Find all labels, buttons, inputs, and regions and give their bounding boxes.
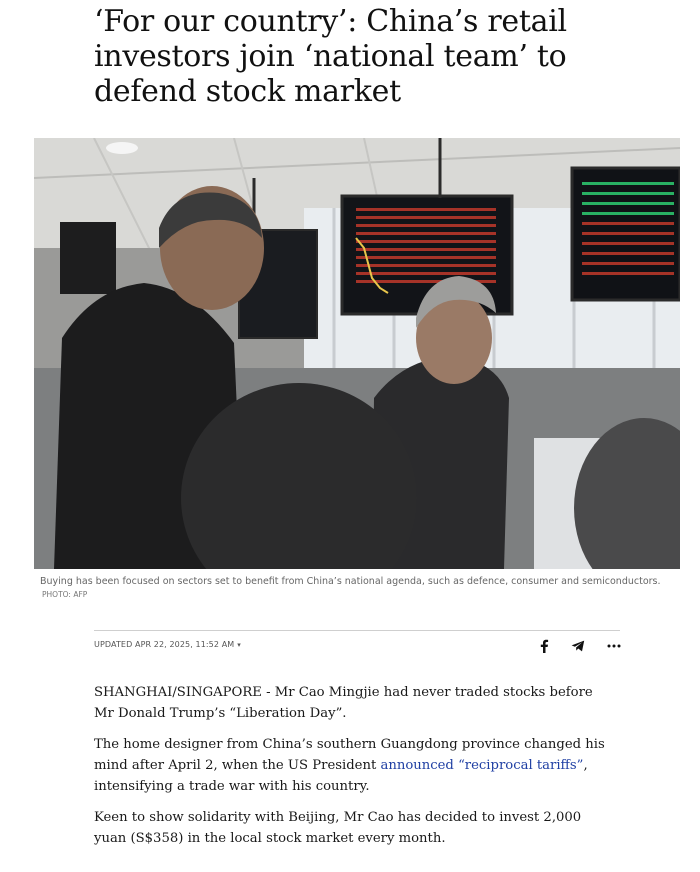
telegram-share-button[interactable] xyxy=(566,636,590,656)
more-options-button[interactable] xyxy=(602,636,626,656)
facebook-icon xyxy=(540,639,549,653)
facebook-share-button[interactable] xyxy=(532,636,556,656)
caption-text: Buying has been focused on sectors set t… xyxy=(40,576,661,587)
paragraph-2: The home designer from China’s southern … xyxy=(94,734,614,797)
telegram-icon xyxy=(571,640,585,652)
reciprocal-tariffs-link[interactable]: announced “reciprocal tariffs” xyxy=(380,758,583,773)
photo-caption: Buying has been focused on sectors set t… xyxy=(40,575,665,601)
lead-photo[interactable] xyxy=(34,138,680,569)
paragraph-1: SHANGHAI/SINGAPORE - Mr Cao Mingjie had … xyxy=(94,685,593,721)
chevron-down-icon: ▾ xyxy=(237,641,241,649)
photo-credit: PHOTO: AFP xyxy=(42,590,88,599)
headline: ‘For our country’: China’s retail invest… xyxy=(94,4,567,109)
meta-divider xyxy=(94,630,620,631)
article-body: SHANGHAI/SINGAPORE - Mr Cao Mingjie had … xyxy=(94,682,614,859)
updated-text: UPDATED APR 22, 2025, 11:52 AM xyxy=(94,640,235,649)
more-icon xyxy=(607,644,621,648)
updated-timestamp[interactable]: UPDATED APR 22, 2025, 11:52 AM ▾ xyxy=(94,640,241,649)
paragraph-3: Keen to show solidarity with Beijing, Mr… xyxy=(94,810,582,846)
